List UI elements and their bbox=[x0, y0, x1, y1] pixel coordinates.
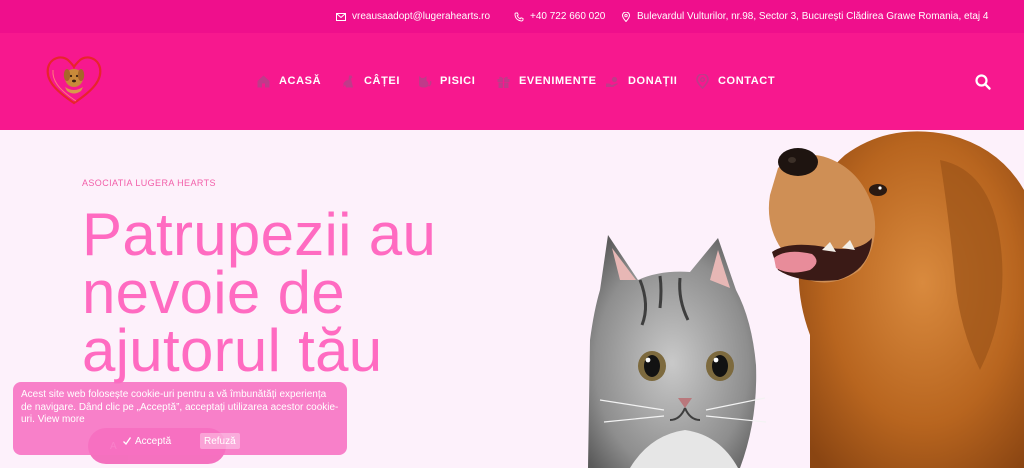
nav-label: ACASĂ bbox=[279, 75, 322, 87]
nav-item-evenimente[interactable]: EVENIMENTE bbox=[496, 71, 597, 91]
cookie-message: Acest site web folosește cookie-uri pent… bbox=[21, 389, 339, 427]
search-icon bbox=[975, 74, 991, 90]
search-button[interactable] bbox=[974, 73, 992, 91]
email-contact[interactable]: vreausaadopt@lugerahearts.ro bbox=[336, 0, 490, 33]
site-header: ACASĂ CÂȚEI PISICI EVENIMENTE DONAȚII CO… bbox=[0, 33, 1024, 130]
cat-and-dog-image bbox=[588, 131, 1024, 468]
email-text: vreausaadopt@lugerahearts.ro bbox=[352, 11, 491, 22]
nav-label: PISICI bbox=[440, 75, 476, 87]
top-contact-bar: vreausaadopt@lugerahearts.ro +40 722 660… bbox=[0, 0, 1024, 33]
nav-item-acasa[interactable]: ACASĂ bbox=[256, 71, 321, 91]
cookie-banner: Acest site web folosește cookie-uri pent… bbox=[13, 382, 347, 455]
location-pin-icon bbox=[696, 73, 709, 89]
envelope-icon bbox=[336, 12, 346, 21]
location-pin-icon bbox=[621, 11, 631, 22]
address-text: Bulevardul Vulturilor, nr.98, Sector 3, … bbox=[637, 11, 989, 22]
phone-contact[interactable]: +40 722 660 020 bbox=[514, 0, 605, 33]
nav-item-pisici[interactable]: PISICI bbox=[417, 71, 475, 91]
nav-label: EVENIMENTE bbox=[519, 75, 597, 87]
nav-item-donatii[interactable]: DONAȚII bbox=[605, 71, 677, 91]
phone-text: +40 722 660 020 bbox=[530, 11, 606, 22]
nav-label: CONTACT bbox=[718, 75, 776, 87]
nav-item-catei[interactable]: CÂȚEI bbox=[341, 71, 400, 91]
hero-eyebrow: ASOCIATIA LUGERA HEARTS bbox=[82, 178, 216, 188]
cookie-refuse-button[interactable]: Refuză bbox=[200, 433, 240, 449]
donate-icon bbox=[606, 76, 618, 87]
phone-icon bbox=[514, 12, 524, 21]
gift-icon bbox=[497, 76, 510, 88]
cookie-accept-button[interactable]: Acceptă bbox=[122, 433, 171, 449]
cookie-accept-label: Acceptă bbox=[135, 435, 172, 447]
nav-item-contact[interactable]: CONTACT bbox=[695, 71, 775, 91]
checkmark-icon bbox=[123, 437, 132, 446]
cat-icon bbox=[419, 75, 432, 87]
nav-label: CÂȚEI bbox=[364, 75, 400, 87]
cookie-view-more-link[interactable]: View more bbox=[38, 414, 85, 425]
main-nav: ACASĂ CÂȚEI PISICI EVENIMENTE DONAȚII CO… bbox=[0, 33, 1024, 130]
hero-headline: Patrupezii au nevoie de ajutorul tău bbox=[82, 201, 437, 384]
dog-icon bbox=[343, 75, 353, 87]
nav-label: DONAȚII bbox=[628, 75, 678, 87]
house-icon bbox=[257, 75, 270, 87]
address-contact[interactable]: Bulevardul Vulturilor, nr.98, Sector 3, … bbox=[621, 0, 988, 33]
